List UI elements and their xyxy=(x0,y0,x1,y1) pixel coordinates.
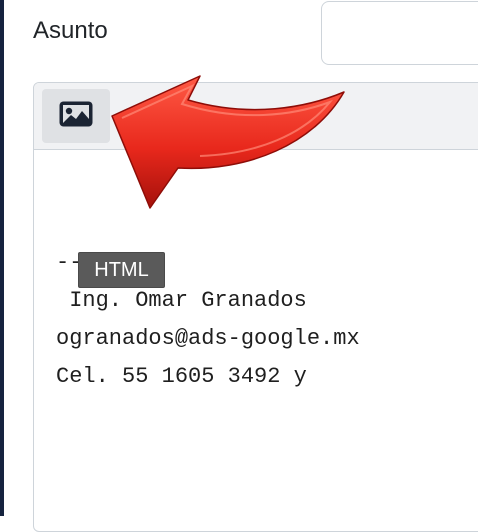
image-icon xyxy=(58,100,94,133)
subject-label: Asunto xyxy=(33,17,108,44)
red-arrow-icon xyxy=(111,75,345,209)
html-tooltip: HTML xyxy=(78,252,165,288)
subject-input[interactable] xyxy=(321,1,478,65)
left-edge-strip xyxy=(0,0,4,516)
signature-email: ogranados@ads-google.mx xyxy=(56,326,360,351)
signature-phone: Cel. 55 1605 3492 y xyxy=(56,364,307,389)
insert-image-button[interactable] xyxy=(42,89,110,143)
